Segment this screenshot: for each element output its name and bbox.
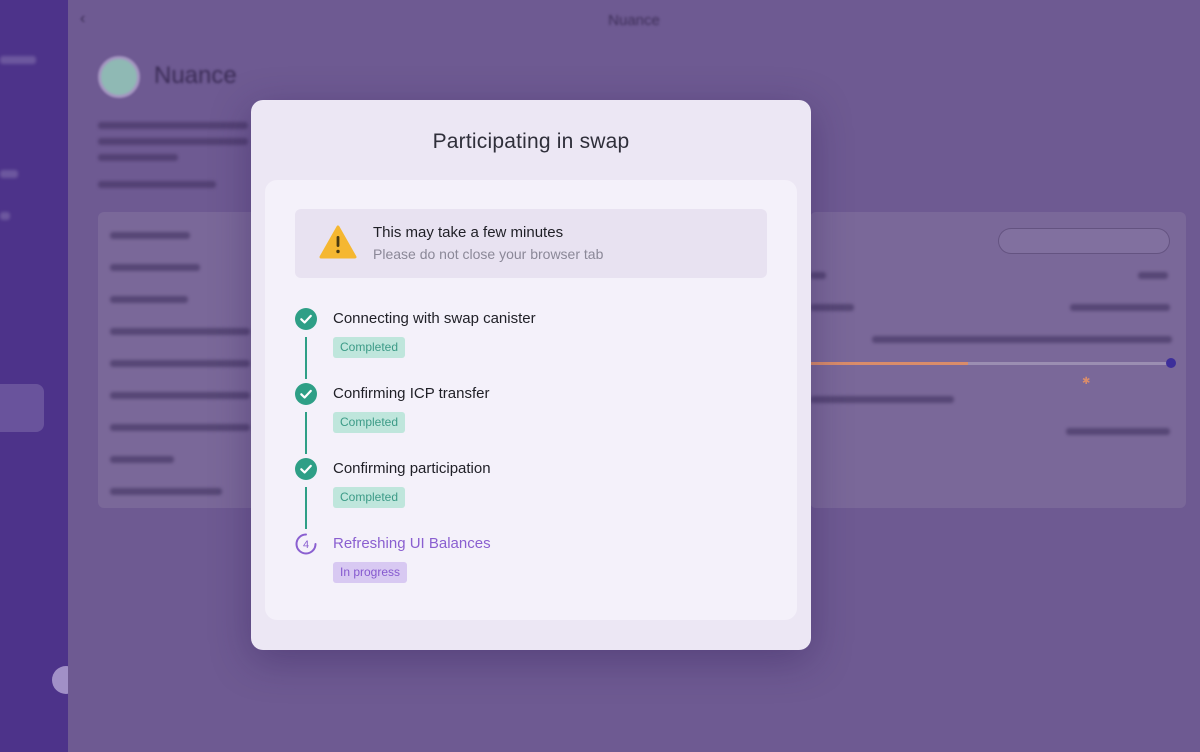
- progress-min-marker: ✱: [1082, 376, 1091, 387]
- step-connector: [305, 412, 307, 454]
- check-circle-icon: [295, 308, 317, 330]
- warning-alert: This may take a few minutes Please do no…: [295, 209, 767, 278]
- step-refreshing-balances: 4 Refreshing UI Balances In progress: [295, 533, 755, 608]
- window-title: Nuance: [608, 12, 660, 29]
- more-link[interactable]: [98, 181, 216, 188]
- sidebar-item[interactable]: [0, 170, 18, 178]
- project-description: [98, 122, 248, 129]
- progress-fill: [810, 362, 968, 365]
- warning-icon: [319, 225, 357, 259]
- status-badge: Completed: [333, 337, 406, 358]
- status-badge: In progress: [333, 562, 408, 583]
- step-label: Confirming ICP transfer: [333, 385, 490, 402]
- sidebar-item[interactable]: [0, 56, 36, 64]
- swap-progress-modal: Participating in swap This may take a fe…: [251, 100, 811, 650]
- modal-title: Participating in swap: [432, 130, 630, 153]
- alert-subtitle: Please do not close your browser tab: [373, 246, 604, 262]
- status-badge: Completed: [333, 487, 406, 508]
- sidebar-item-active[interactable]: [0, 384, 44, 432]
- project-description: [98, 154, 178, 161]
- progress-max-marker: [1166, 358, 1176, 368]
- spinner-icon: 4: [295, 533, 317, 555]
- step-connector: [305, 487, 307, 529]
- step-label: Connecting with swap canister: [333, 310, 536, 327]
- sidebar-item[interactable]: [0, 212, 10, 220]
- project-logo: [98, 56, 140, 98]
- swap-status-card: ✱: [810, 212, 1186, 508]
- project-title: Nuance: [154, 62, 237, 89]
- step-label: Confirming participation: [333, 460, 491, 477]
- step-connector: [305, 337, 307, 379]
- check-circle-icon: [295, 458, 317, 480]
- project-description: [98, 138, 248, 145]
- step-connecting: Connecting with swap canister Completed: [295, 308, 755, 383]
- modal-body: This may take a few minutes Please do no…: [265, 180, 797, 620]
- step-label: Refreshing UI Balances: [333, 535, 491, 552]
- step-confirming-participation: Confirming participation Completed: [295, 458, 755, 533]
- step-confirming-transfer: Confirming ICP transfer Completed: [295, 383, 755, 458]
- alert-title: This may take a few minutes: [373, 224, 564, 241]
- check-circle-icon: [295, 383, 317, 405]
- token-info-card: [98, 212, 268, 508]
- status-badge: Completed: [333, 412, 406, 433]
- status-pill: [998, 228, 1170, 254]
- step-number: 4: [303, 539, 309, 551]
- sidebar: [0, 0, 80, 752]
